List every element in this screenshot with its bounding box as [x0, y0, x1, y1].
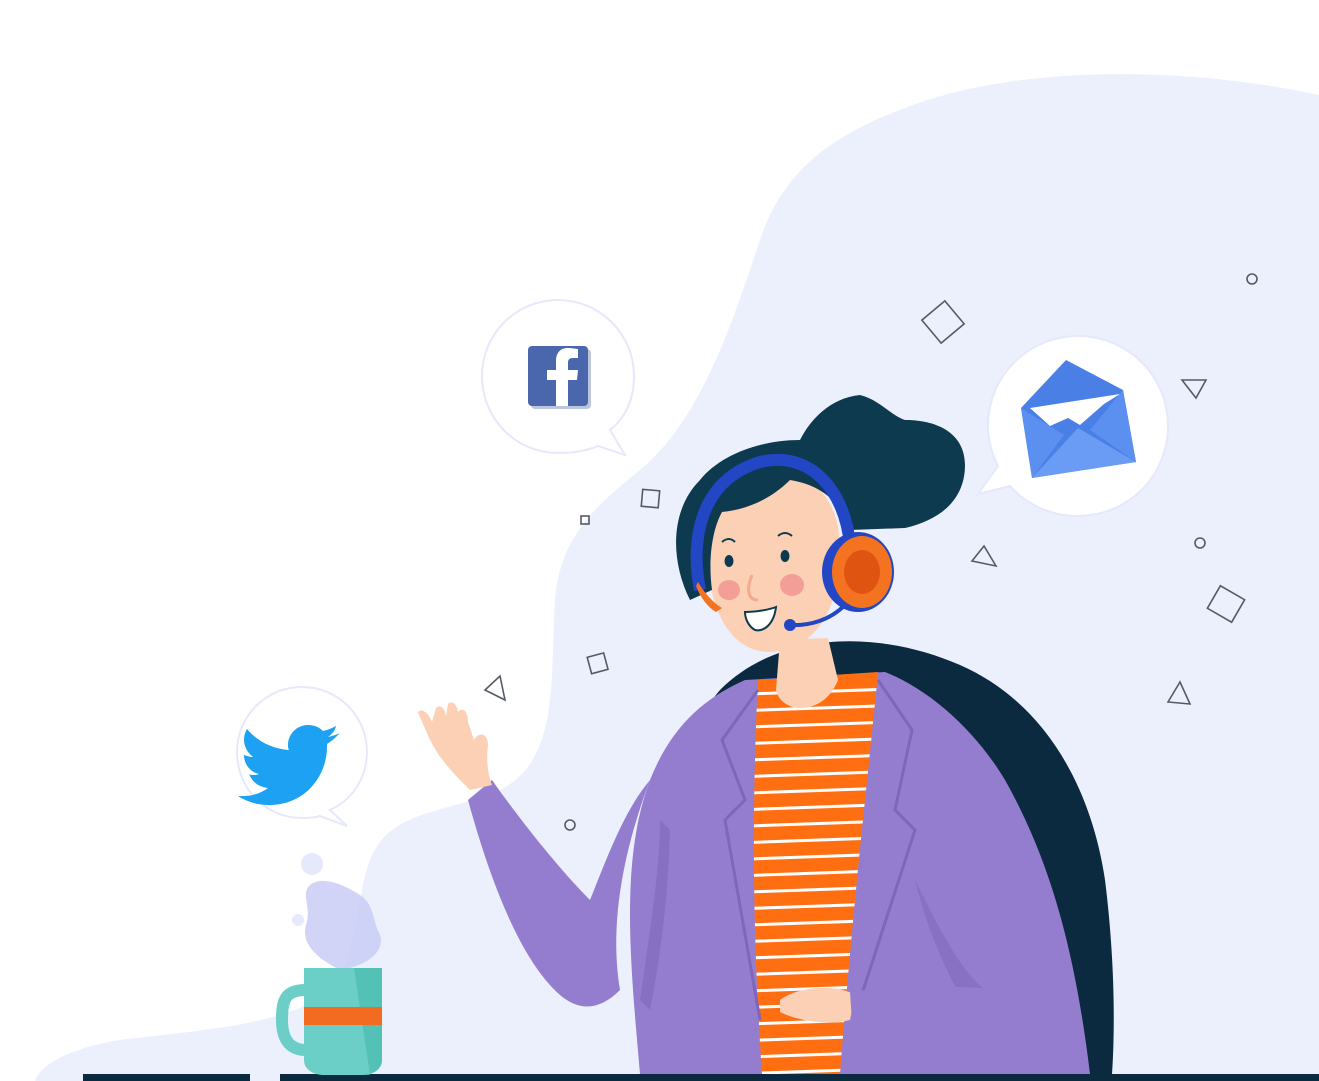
cheek-right — [780, 574, 804, 596]
mug-band — [304, 1007, 382, 1025]
desk-right — [280, 1074, 1319, 1081]
customer-support-illustration — [35, 74, 1319, 1081]
desk-left — [83, 1074, 250, 1081]
triangle-shape — [483, 674, 507, 702]
facebook-bubble — [480, 298, 636, 457]
headset-cup — [822, 532, 894, 612]
eye-left — [724, 555, 734, 567]
microphone — [784, 619, 796, 631]
raised-hand — [418, 702, 492, 790]
facebook-icon — [528, 346, 591, 409]
cheek-left — [718, 580, 740, 600]
eye-right — [780, 550, 790, 562]
steam-dot-small — [292, 914, 304, 926]
sleeve-right — [850, 986, 1020, 1030]
illustration-scene — [0, 0, 1319, 1081]
twitter-bubble — [235, 685, 369, 827]
steam-dot — [301, 853, 323, 875]
